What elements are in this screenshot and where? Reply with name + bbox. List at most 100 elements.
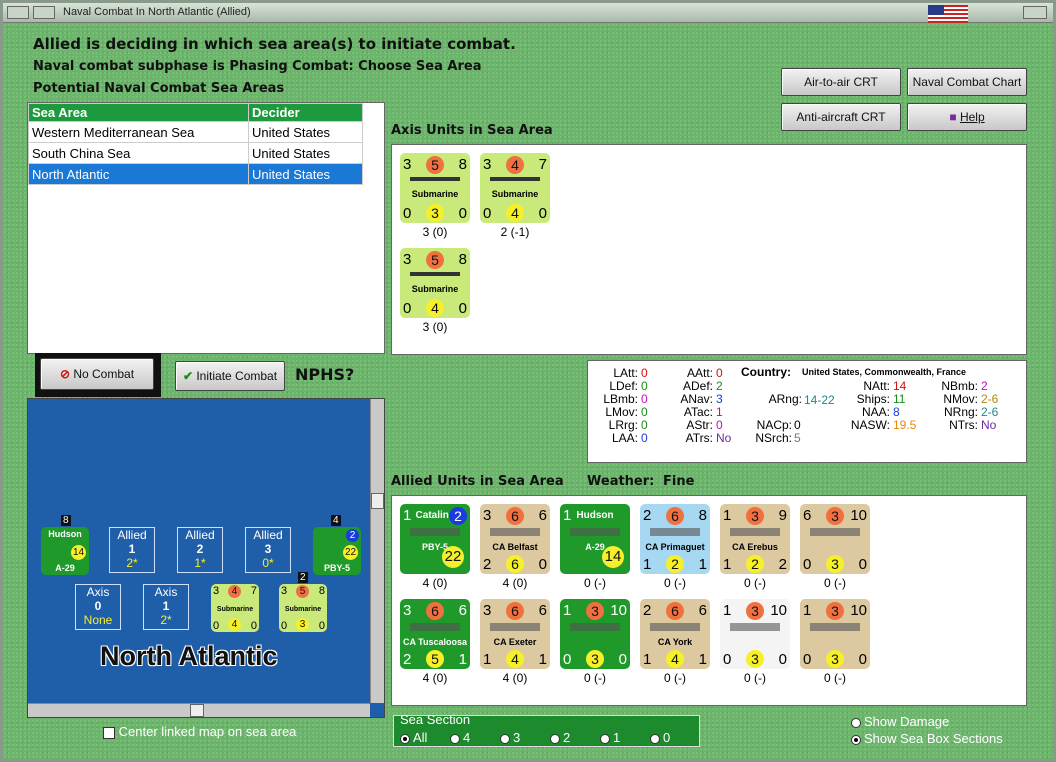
allied-unit-card[interactable]: 1 Catalina 2 PBY-5 22 <box>400 504 470 574</box>
allied-unit-card[interactable]: 1 3 10 0 3 0 <box>560 599 630 669</box>
allied-unit-card[interactable]: 3 6 6 CA Exeter 1 4 1 <box>480 599 550 669</box>
allied-unit-card[interactable]: 2 6 8 CA Primaguet 1 2 1 <box>640 504 710 574</box>
close-button[interactable] <box>1023 6 1047 19</box>
natt-value: 14 <box>893 379 907 393</box>
column-decider[interactable]: Decider <box>248 103 363 122</box>
scroll-thumb[interactable] <box>371 493 384 509</box>
help-button[interactable]: ■ Help <box>907 103 1027 131</box>
unit-bottom-circle: 3 <box>746 650 764 668</box>
restore-button[interactable] <box>7 6 29 19</box>
unit-bl: 2 <box>403 651 412 668</box>
radio-label: 2 <box>563 730 571 745</box>
axis-submarine-unit[interactable]: 3 5 8 Submarine 0 4 0 <box>400 248 470 318</box>
radio-all[interactable]: All <box>400 730 427 745</box>
decider-cell: United States <box>248 121 363 143</box>
unit-bottom-circle: 4 <box>506 204 524 222</box>
unit-name: Submarine <box>284 606 322 613</box>
unit-value-circle: 3 <box>826 507 844 525</box>
unit-range: 8 <box>458 251 467 268</box>
allied-box-3[interactable]: Allied 3 0* <box>245 527 291 573</box>
allied-unit-card[interactable]: 3 6 6 CA Tuscaloosa 2 5 1 <box>400 599 470 669</box>
sea-area-cell: North Atlantic <box>28 163 249 185</box>
unit-bl: 1 <box>483 651 492 668</box>
radio-4[interactable]: 4 <box>450 730 470 745</box>
book-icon: ■ <box>949 110 957 124</box>
unit-range: 9 <box>778 507 787 524</box>
box-title: Allied <box>253 528 283 542</box>
map-submarine-counter[interactable]: 3 4 7 Submarine 0 4 0 <box>211 584 259 632</box>
unit-br: 0 <box>538 556 547 573</box>
allied-box-1[interactable]: Allied 1 2* <box>109 527 155 573</box>
radio-1[interactable]: 1 <box>600 730 620 745</box>
allied-unit-card[interactable]: 1 3 10 0 3 0 <box>720 599 790 669</box>
map-horizontal-scrollbar[interactable] <box>28 703 370 717</box>
no-entry-icon: ⊘ <box>59 367 70 381</box>
anti-aircraft-crt-button[interactable]: Anti-aircraft CRT <box>781 103 901 131</box>
radio-label: All <box>413 730 428 745</box>
table-row-selected[interactable]: North Atlantic United States <box>28 163 363 185</box>
country-value: United States, Commonwealth, France <box>802 367 967 377</box>
ship-silhouette-icon <box>810 623 860 631</box>
allied-unit-card[interactable]: 6 3 10 0 3 0 <box>800 504 870 574</box>
unit-br: 0 <box>458 205 467 222</box>
map-submarine-counter[interactable]: 3 5 8 Submarine 0 3 0 <box>279 584 327 632</box>
nasw-value: 19.5 <box>893 418 917 432</box>
allied-unit-card[interactable]: 3 6 6 CA Belfast 2 6 0 <box>480 504 550 574</box>
aatt-value: 0 <box>716 366 723 380</box>
box-val: None <box>83 613 113 627</box>
no-combat-button[interactable]: ⊘ No Combat <box>40 358 154 390</box>
center-map-checkbox-row[interactable]: Center linked map on sea area <box>103 724 296 739</box>
arng-value: 14-22 <box>804 393 835 407</box>
table-row[interactable]: South China Sea United States <box>28 142 363 164</box>
unit-name: CA Erebus <box>732 542 778 552</box>
unit-bottom-circle: 4 <box>426 299 444 317</box>
unit-value-circle: 3 <box>826 602 844 620</box>
range-labels: ARng: <box>768 392 802 406</box>
show-damage-option[interactable]: Show Damage <box>851 714 949 729</box>
allied-unit-card[interactable]: 2 6 6 CA York 1 4 1 <box>640 599 710 669</box>
allied-unit-card[interactable]: 1 Hudson A-29 14 <box>560 504 630 574</box>
ships-value: 11 <box>893 392 906 406</box>
box-val: 1* <box>194 556 206 570</box>
help-label: Help <box>959 110 985 124</box>
title-bar: Naval Combat In North Atlantic (Allied) <box>3 3 1053 23</box>
table-row[interactable]: Western Mediterranean Sea United States <box>28 121 363 143</box>
unit-range: 6 <box>538 602 547 619</box>
unit-bl: 0 <box>803 651 812 668</box>
naval-combat-chart-button[interactable]: Naval Combat Chart <box>907 68 1027 96</box>
map-vertical-scrollbar[interactable] <box>370 399 384 703</box>
axis-submarine-unit[interactable]: 3 4 7 Submarine 0 4 0 <box>480 153 550 223</box>
column-sea-area[interactable]: Sea Area <box>28 103 249 122</box>
unit-bottom-circle: 6 <box>506 555 524 573</box>
axis-submarine-unit[interactable]: 3 5 8 Submarine 0 3 0 <box>400 153 470 223</box>
allied-unit-card[interactable]: 1 3 9 CA Erebus 1 2 2 <box>720 504 790 574</box>
unit-bl: 0 <box>281 620 288 632</box>
radio-0[interactable]: 0 <box>650 730 670 745</box>
radio-2[interactable]: 2 <box>550 730 570 745</box>
unit-stats-panel: LAtt: LDef: LBmb: LMov: LRrg: LAA: 0 0 0 0 0 … <box>587 360 1027 463</box>
allied-unit-card[interactable]: 1 3 10 0 3 0 <box>800 599 870 669</box>
allied-box-2[interactable]: Allied 2 1* <box>177 527 223 573</box>
unit-name: Submarine <box>411 189 459 199</box>
unit-value-circle: 3 <box>746 507 764 525</box>
sea-area-map[interactable]: Hudson 14 A-29 8 Allied 1 2* Allied 2 1*… <box>27 398 385 718</box>
center-map-checkbox[interactable] <box>103 726 115 739</box>
box-val: 2* <box>160 613 172 627</box>
catalina-counter[interactable]: 2 22 PBY-5 <box>313 527 361 575</box>
radio-3[interactable]: 3 <box>500 730 520 745</box>
show-sections-option[interactable]: Show Sea Box Sections <box>851 731 1003 746</box>
unit-range: 7 <box>250 585 257 597</box>
axis-box-1[interactable]: Axis 1 2* <box>143 584 189 630</box>
scroll-thumb[interactable] <box>190 704 204 717</box>
unit-bottom-circle: 5 <box>426 650 444 668</box>
unit-bottom-circle: 3 <box>426 204 444 222</box>
air-to-air-crt-button[interactable]: Air-to-air CRT <box>781 68 901 96</box>
minimize-button[interactable] <box>33 6 55 19</box>
hudson-counter[interactable]: Hudson 14 A-29 <box>41 527 89 575</box>
axis-box-0[interactable]: Axis 0 None <box>75 584 121 630</box>
lbmb-value: 0 <box>641 392 648 406</box>
box-val: 0* <box>262 556 274 570</box>
initiate-combat-button[interactable]: ✔ Initiate Combat <box>175 361 285 391</box>
unit-strength-label: 0 (-) <box>744 671 766 685</box>
unit-bl: 1 <box>643 556 652 573</box>
